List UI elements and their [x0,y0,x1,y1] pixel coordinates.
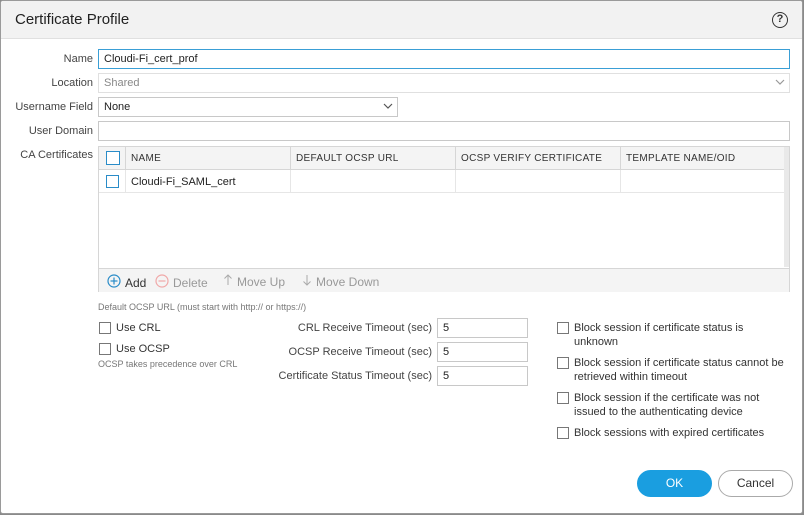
cell-default-ocsp-url[interactable] [290,170,455,193]
ok-button[interactable]: OK [637,470,712,497]
crl-receive-timeout-label: CRL Receive Timeout (sec) [297,322,432,334]
ca-certificates-grid: NAME DEFAULT OCSP URL OCSP VERIFY CERTIF… [98,146,790,292]
cell-name: Cloudi-Fi_SAML_cert [125,170,290,193]
username-field-value: None [104,101,131,113]
block-not-issued-option[interactable]: Block session if the certificate was not… [557,391,787,419]
cell-ocsp-verify-certificate[interactable] [455,170,620,193]
location-value: Shared [104,77,140,89]
use-ocsp-label: Use OCSP [116,343,170,355]
help-icon[interactable]: ? [772,12,788,28]
use-crl-checkbox[interactable] [99,322,111,334]
name-label: Name [63,53,93,65]
delete-button[interactable]: Delete [155,274,208,291]
add-label: Add [125,275,147,290]
column-header-template-name-oid[interactable]: TEMPLATE NAME/OID [620,147,785,170]
table-row[interactable]: Cloudi-Fi_SAML_cert [99,170,785,193]
cell-template-name-oid[interactable] [620,170,785,193]
arrow-up-icon [223,274,233,289]
column-header-ocsp-verify-certificate[interactable]: OCSP VERIFY CERTIFICATE [455,147,620,170]
block-timeout-checkbox[interactable] [557,357,569,369]
move-up-label: Move Up [237,274,286,289]
chevron-down-icon [775,78,785,86]
block-not-issued-checkbox[interactable] [557,392,569,404]
move-down-label: Move Down [316,274,380,289]
user-domain-input[interactable] [98,121,790,141]
use-crl-option[interactable]: Use CRL [99,321,161,335]
grid-toolbar: Add Delete Move Up Move Down [99,268,789,292]
cancel-button[interactable]: Cancel [718,470,793,497]
add-button[interactable]: Add [107,274,146,291]
arrow-down-icon [302,274,312,289]
block-unknown-option[interactable]: Block session if certificate status is u… [557,321,787,349]
plus-circle-icon [107,274,121,291]
ca-certificates-label: CA Certificates [20,149,93,161]
certificate-profile-dialog: Certificate Profile ? Name Cloudi-Fi_cer… [0,0,803,514]
ocsp-receive-timeout-input[interactable]: 5 [437,342,528,362]
move-up-button[interactable]: Move Up [223,274,285,289]
certificate-status-timeout-label: Certificate Status Timeout (sec) [278,370,432,382]
column-header-default-ocsp-url[interactable]: DEFAULT OCSP URL [290,147,455,170]
grid-scrollbar[interactable] [784,147,789,267]
move-down-button[interactable]: Move Down [302,274,379,289]
block-unknown-checkbox[interactable] [557,322,569,334]
select-all-checkbox[interactable] [106,151,120,165]
block-expired-option[interactable]: Block sessions with expired certificates [557,426,793,440]
use-crl-label: Use CRL [116,322,161,334]
column-header-name[interactable]: NAME [125,147,290,170]
chevron-down-icon [383,102,393,110]
location-label: Location [51,77,93,89]
location-select[interactable]: Shared [98,73,790,93]
username-field-label: Username Field [15,101,93,113]
user-domain-label: User Domain [28,125,93,137]
crl-receive-timeout-input[interactable]: 5 [437,318,528,338]
ocsp-receive-timeout-label: OCSP Receive Timeout (sec) [288,346,432,358]
use-ocsp-option[interactable]: Use OCSP [99,342,170,356]
block-expired-label: Block sessions with expired certificates [574,427,765,439]
username-field-select[interactable]: None [98,97,398,117]
dialog-title: Certificate Profile [15,11,130,28]
use-ocsp-checkbox[interactable] [99,343,111,355]
block-expired-checkbox[interactable] [557,427,569,439]
name-input[interactable]: Cloudi-Fi_cert_prof [98,49,790,69]
certificate-status-timeout-input[interactable]: 5 [437,366,528,386]
block-timeout-option[interactable]: Block session if certificate status cann… [557,356,793,384]
row-checkbox[interactable] [106,175,119,188]
block-timeout-label: Block session if certificate status cann… [574,357,784,383]
delete-label: Delete [173,275,208,290]
block-not-issued-label: Block session if the certificate was not… [574,392,760,418]
block-unknown-label: Block session if certificate status is u… [574,322,744,348]
minus-circle-icon [155,274,169,291]
ocsp-precedence-hint: OCSP takes precedence over CRL [98,359,238,369]
dialog-titlebar: Certificate Profile ? [1,1,802,39]
grid-header: NAME DEFAULT OCSP URL OCSP VERIFY CERTIF… [99,147,789,170]
ocsp-url-hint: Default OCSP URL (must start with http:/… [98,302,307,312]
